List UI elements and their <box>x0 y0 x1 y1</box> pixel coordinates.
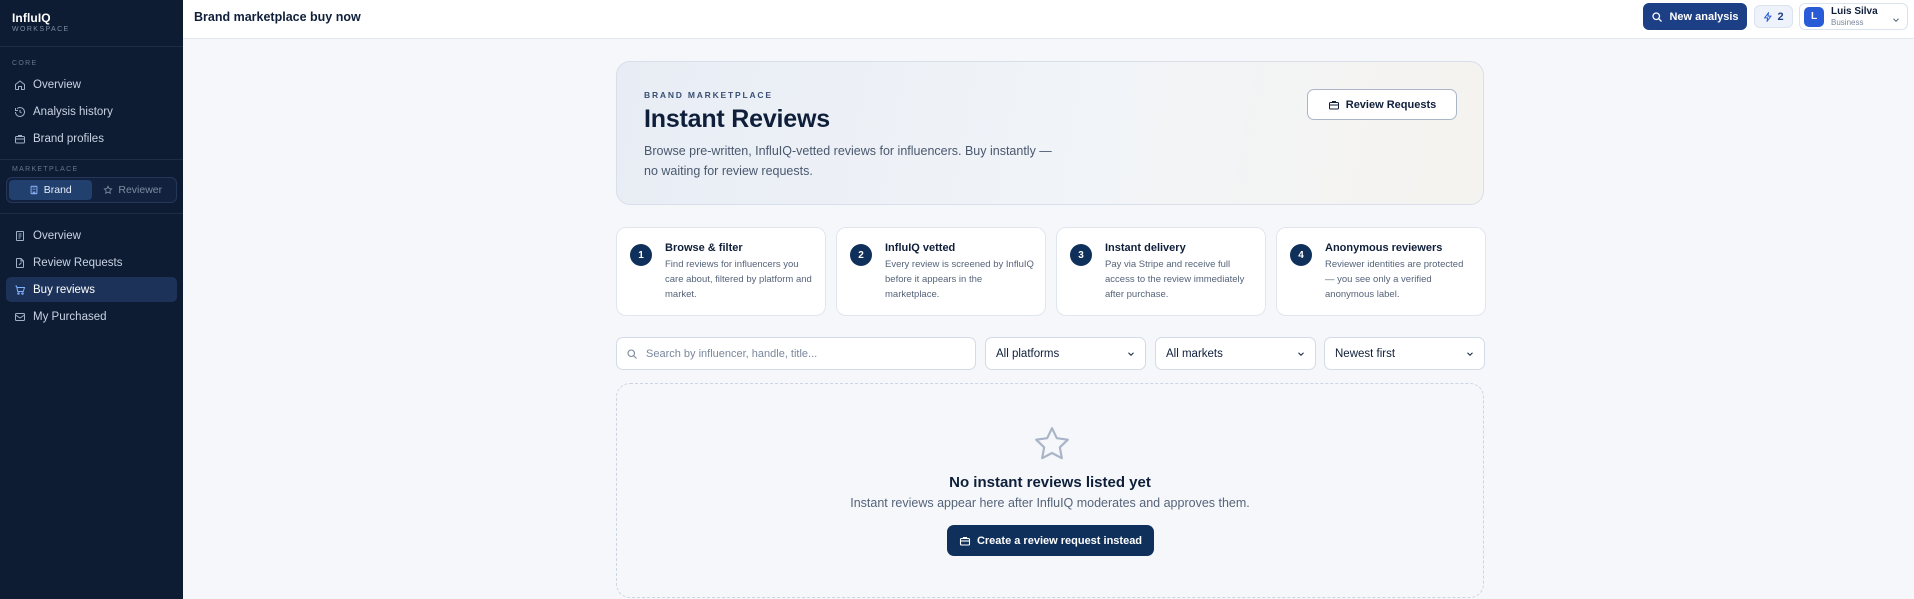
step-title: Anonymous reviewers <box>1325 242 1443 254</box>
sidebar-item-my-purchased[interactable]: My Purchased <box>6 304 177 329</box>
platform-select-value: All platforms <box>996 347 1060 360</box>
sidebar-item-label: Review Requests <box>33 256 123 269</box>
review-requests-label: Review Requests <box>1345 98 1437 111</box>
step-card: 2 InfluIQ vetted Every review is screene… <box>836 227 1046 316</box>
empty-description: Instant reviews appear here after InfluI… <box>850 496 1250 510</box>
building-icon <box>29 185 39 195</box>
empty-title: No instant reviews listed yet <box>949 474 1151 491</box>
sidebar-item-label: My Purchased <box>33 310 107 323</box>
user-name: Luis Silva <box>1831 5 1878 17</box>
credits-badge[interactable]: 2 <box>1754 5 1793 28</box>
sidebar-item-label: Analysis history <box>33 105 113 118</box>
sidebar-item-review-requests[interactable]: Review Requests <box>6 250 177 275</box>
sidebar-item-label: Overview <box>33 78 81 91</box>
credits-count: 2 <box>1777 10 1784 23</box>
chevron-down-icon <box>1891 12 1901 22</box>
step-title: InfluIQ vetted <box>885 242 956 254</box>
page-title: Brand marketplace buy now <box>194 10 361 24</box>
hero-card: BRAND MARKETPLACE Instant Reviews Browse… <box>616 61 1484 205</box>
step-title: Browse & filter <box>665 242 743 254</box>
briefcase-icon <box>1328 99 1340 111</box>
search-input[interactable] <box>646 347 966 360</box>
star-icon <box>103 185 113 195</box>
search-icon <box>626 348 638 360</box>
create-review-request-label: Create a review request instead <box>976 534 1143 547</box>
star-icon <box>1032 424 1072 464</box>
mail-icon <box>14 311 26 323</box>
step-number: 3 <box>1070 244 1092 266</box>
document-icon <box>14 230 26 242</box>
top-header: Brand marketplace buy now New analysis 2… <box>183 0 1914 39</box>
sidebar-item-overview[interactable]: Overview <box>6 72 177 97</box>
role-toggle: Brand Reviewer <box>6 177 177 203</box>
sidebar-item-label: Buy reviews <box>33 283 95 296</box>
user-plan: Business <box>1831 17 1864 27</box>
user-menu[interactable]: L Luis Silva Business <box>1799 3 1908 30</box>
step-number: 4 <box>1290 244 1312 266</box>
home-icon <box>14 79 26 91</box>
sidebar-item-analysis-history[interactable]: Analysis history <box>6 99 177 124</box>
app-logo[interactable]: InfluIQ WORKSPACE <box>0 0 183 47</box>
sidebar-item-label: Brand profiles <box>33 132 104 145</box>
role-toggle-reviewer[interactable]: Reviewer <box>92 180 175 200</box>
lightning-icon <box>1763 11 1773 22</box>
role-toggle-reviewer-label: Reviewer <box>118 184 163 196</box>
step-title: Instant delivery <box>1105 242 1186 254</box>
new-analysis-button[interactable]: New analysis <box>1643 3 1747 30</box>
sort-select[interactable]: Newest first <box>1324 337 1485 370</box>
step-number: 1 <box>630 244 652 266</box>
edit-document-icon <box>14 257 26 269</box>
chevron-down-icon <box>1126 349 1136 359</box>
step-card: 1 Browse & filter Find reviews for influ… <box>616 227 826 316</box>
hero-description: Browse pre-written, InfluIQ-vetted revie… <box>644 144 1052 178</box>
sidebar-item-market-overview[interactable]: Overview <box>6 223 177 248</box>
briefcase-icon <box>959 535 971 547</box>
step-card: 3 Instant delivery Pay via Stripe and re… <box>1056 227 1266 316</box>
avatar: L <box>1804 6 1824 27</box>
review-requests-button[interactable]: Review Requests <box>1307 89 1457 120</box>
step-number: 2 <box>850 244 872 266</box>
empty-state: No instant reviews listed yet Instant re… <box>616 383 1484 598</box>
step-description: Pay via Stripe and receive full access t… <box>1105 259 1245 300</box>
step-description: Find reviews for influencers you care ab… <box>665 259 812 300</box>
sidebar-item-buy-reviews[interactable]: Buy reviews <box>6 277 177 302</box>
market-select-value: All markets <box>1166 347 1223 360</box>
role-toggle-brand-label: Brand <box>43 184 72 196</box>
step-card: 4 Anonymous reviewers Reviewer identitie… <box>1276 227 1486 316</box>
create-review-request-button[interactable]: Create a review request instead <box>947 525 1154 556</box>
history-icon <box>14 106 26 118</box>
platform-select[interactable]: All platforms <box>985 337 1146 370</box>
app-name: InfluIQ <box>12 11 51 25</box>
search-field[interactable] <box>616 337 976 370</box>
step-description: Reviewer identities are protected — you … <box>1325 259 1464 300</box>
step-description: Every review is screened by InfluIQ befo… <box>885 259 1034 300</box>
chevron-down-icon <box>1465 349 1475 359</box>
briefcase-icon <box>14 133 26 145</box>
section-label-core: CORE <box>12 60 38 67</box>
hero-title: Instant Reviews <box>644 105 830 133</box>
role-toggle-brand[interactable]: Brand <box>9 180 92 200</box>
sort-select-value: Newest first <box>1335 347 1396 360</box>
new-analysis-label: New analysis <box>1669 10 1739 23</box>
hero-eyebrow: BRAND MARKETPLACE <box>644 90 773 100</box>
sidebar: InfluIQ WORKSPACE CORE Overview Analysis… <box>0 0 183 599</box>
sidebar-item-label: Overview <box>33 229 81 242</box>
section-label-marketplace: MARKETPLACE <box>12 166 79 173</box>
app-subtitle: WORKSPACE <box>12 26 70 33</box>
cart-icon <box>14 284 26 296</box>
sidebar-item-brand-profiles[interactable]: Brand profiles <box>6 126 177 151</box>
chevron-down-icon <box>1296 349 1306 359</box>
market-select[interactable]: All markets <box>1155 337 1316 370</box>
search-icon <box>1651 11 1663 23</box>
